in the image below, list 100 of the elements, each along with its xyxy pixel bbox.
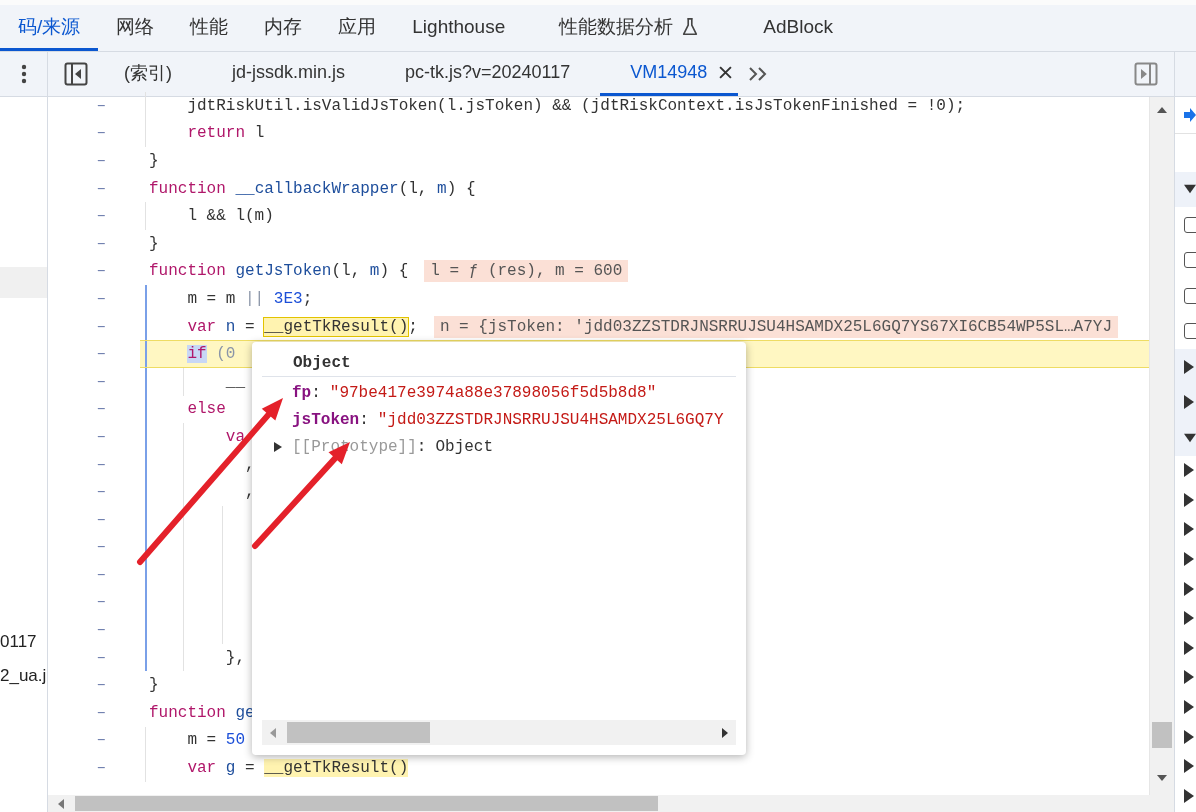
checkbox[interactable] — [1184, 287, 1196, 304]
scrollbar[interactable] — [48, 795, 1149, 812]
property-separator: : — [311, 383, 321, 402]
code-line: } — [149, 152, 159, 170]
property-key[interactable]: fp — [292, 383, 312, 402]
code-line: , — [244, 483, 255, 502]
property-value: Object — [435, 437, 494, 456]
line-marker[interactable]: – — [48, 119, 140, 148]
arrow-icon[interactable] — [1184, 107, 1196, 122]
expand-triangle-icon[interactable] — [1184, 581, 1194, 596]
scroll-thumb[interactable] — [287, 722, 430, 743]
panel-tab[interactable]: 内存 — [246, 5, 321, 51]
code-line: } — [149, 676, 159, 695]
line-marker[interactable]: – — [48, 147, 140, 175]
expand-triangle-icon[interactable] — [1184, 463, 1194, 478]
scroll-up-icon[interactable] — [1157, 107, 1167, 113]
scrollbar[interactable] — [262, 720, 736, 745]
line-marker[interactable]: – — [48, 285, 140, 313]
inline-value: n = {jsToken: 'jdd03ZZSTDRJNSRRUJSU4HSAMDX25L6GQ7YS67XI6CB54WP5SL…A7YJ — [433, 315, 1118, 338]
selected-row-highlight — [0, 267, 47, 298]
code-line: __ — [224, 372, 245, 391]
expand-triangle-icon[interactable] — [1184, 611, 1194, 626]
popover-title: Object — [262, 350, 736, 377]
line-marker[interactable]: – — [48, 754, 140, 782]
property-value: "97be417e3974a88e37898056f5d5b8d8" — [329, 383, 657, 402]
property-value: "jdd03ZZSTDRJNSRRUJSU4HSAMDX25L6GQ7Y — [377, 410, 724, 429]
scroll-thumb[interactable] — [75, 796, 658, 811]
panel-tab[interactable]: 应用 — [320, 5, 395, 51]
sidebar-toggle-icon[interactable] — [64, 62, 88, 86]
scrollbar[interactable] — [1149, 97, 1174, 795]
panel-tab[interactable]: Lighthouse — [394, 5, 524, 51]
line-marker[interactable]: – — [48, 671, 140, 700]
expand-triangle-icon[interactable] — [1184, 700, 1194, 715]
line-marker[interactable]: – — [48, 478, 140, 506]
line-marker[interactable]: – — [48, 395, 140, 424]
panel-tab[interactable]: 网络 — [98, 5, 173, 51]
line-marker[interactable]: – — [48, 699, 140, 727]
expand-triangle-icon[interactable] — [1184, 759, 1194, 774]
line-marker[interactable]: – — [48, 588, 140, 617]
code-line: va — [224, 427, 245, 446]
line-marker[interactable]: – — [48, 257, 140, 286]
code-line: m = m || 3E3; — [186, 289, 313, 308]
line-marker[interactable]: – — [48, 423, 140, 451]
checkbox[interactable] — [1184, 216, 1196, 233]
scroll-right-icon[interactable] — [722, 727, 728, 738]
double-chevron-icon[interactable] — [748, 66, 769, 82]
code-line: var g = __getTkResult() — [186, 759, 409, 778]
close-icon[interactable] — [719, 66, 733, 79]
line-marker[interactable]: – — [48, 312, 140, 341]
file-name[interactable]: 0117 — [0, 630, 47, 654]
line-marker[interactable]: – — [48, 340, 140, 368]
expand-triangle-icon[interactable] — [1184, 359, 1194, 374]
code-line: }, — [224, 648, 245, 667]
expand-triangle-icon[interactable] — [1184, 640, 1194, 655]
expand-triangle-icon[interactable] — [1184, 788, 1194, 803]
line-marker[interactable]: – — [48, 450, 140, 479]
line-marker[interactable]: – — [48, 229, 140, 258]
code-line: l && l(m) — [186, 207, 274, 226]
code-line: m = 50 — [186, 731, 245, 750]
collapse-triangle-icon[interactable] — [1184, 432, 1196, 443]
expand-triangle-icon[interactable] — [1184, 492, 1194, 507]
scroll-thumb[interactable] — [1152, 722, 1172, 748]
panel-tab[interactable]: 性能 — [172, 5, 247, 51]
line-marker[interactable]: – — [48, 533, 140, 562]
line-marker[interactable]: – — [48, 561, 140, 589]
property-separator: : — [359, 410, 369, 429]
file-tab[interactable]: VM14948 — [600, 52, 739, 96]
line-marker[interactable]: – — [48, 174, 140, 203]
file-tab[interactable]: pc-tk.js?v=20240117 — [375, 52, 601, 96]
checkbox[interactable] — [1184, 252, 1196, 269]
expand-triangle-icon[interactable] — [1184, 729, 1194, 744]
code-line: , — [244, 455, 255, 474]
line-marker[interactable]: – — [48, 505, 140, 534]
collapse-triangle-icon[interactable] — [1184, 184, 1196, 195]
expand-triangle-icon[interactable] — [1184, 670, 1194, 685]
expand-triangle-icon[interactable] — [1184, 395, 1194, 410]
panel-tab[interactable]: AdBlock — [745, 5, 851, 51]
panel-tab[interactable]: 性能数据分析 — [541, 5, 718, 51]
file-name[interactable]: 2_ua.j — [0, 664, 47, 688]
line-marker[interactable]: – — [48, 367, 140, 396]
expand-triangle-icon[interactable] — [274, 441, 282, 452]
line-marker[interactable]: – — [48, 643, 140, 672]
code-line: function getJsToken(l, m) { — [149, 262, 409, 281]
line-marker[interactable]: – — [48, 202, 140, 230]
property-separator: : — [416, 437, 427, 456]
line-marker[interactable]: – — [48, 726, 140, 755]
more-icon[interactable] — [20, 64, 27, 84]
file-tab[interactable]: jd-jssdk.min.js — [202, 52, 376, 96]
checkbox[interactable] — [1184, 323, 1196, 340]
property-key[interactable]: jsToken — [292, 410, 360, 429]
code-line: return l — [186, 124, 265, 143]
code-line: else — [186, 400, 226, 419]
line-marker[interactable]: – — [48, 616, 140, 644]
code-line: if (0 — [186, 345, 236, 364]
expand-triangle-icon[interactable] — [1184, 552, 1194, 567]
expand-triangle-icon[interactable] — [1184, 522, 1194, 537]
scroll-down-icon[interactable] — [1157, 775, 1167, 781]
inline-value: l = ƒ (res), m = 600 — [424, 260, 629, 283]
sidebar-toggle-icon[interactable] — [1134, 62, 1158, 86]
scroll-left-icon[interactable] — [58, 799, 64, 809]
